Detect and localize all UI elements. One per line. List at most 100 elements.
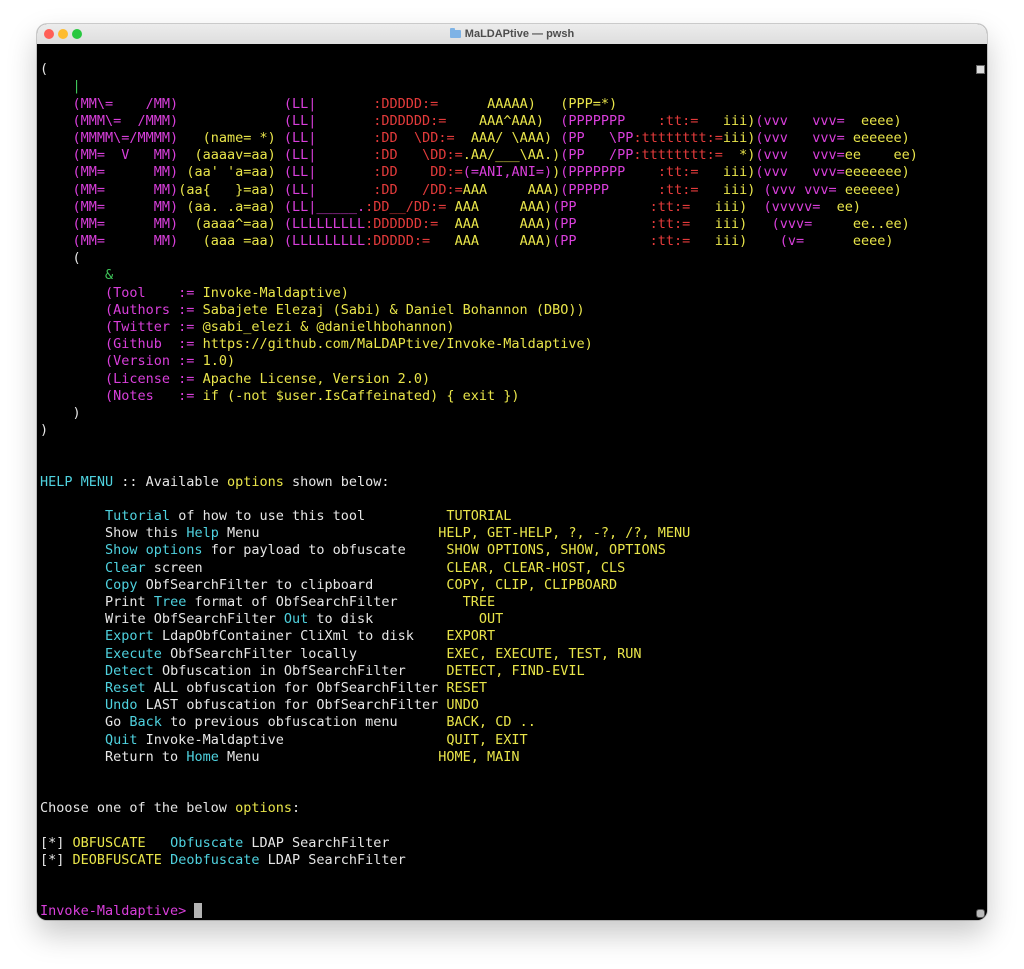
terminal-line: (MM\= /MM) (LL| :DDDDD:= AAAAA) (PPP=*) bbox=[40, 96, 918, 113]
terminal-text-segment: EXEC, EXECUTE, TEST, RUN bbox=[446, 645, 642, 662]
terminal-text-segment: ee) bbox=[836, 198, 862, 215]
terminal-text-segment: (LL|_____. bbox=[283, 198, 366, 215]
terminal-line: Go Back to previous obfuscation menu BAC… bbox=[40, 714, 918, 731]
terminal-text-segment: to previous obfuscation menu bbox=[161, 714, 447, 731]
terminal-text-segment: AAA AAA) bbox=[454, 198, 553, 215]
terminal-text-segment: /DD:= bbox=[422, 181, 463, 198]
terminal-text-segment: Write ObfSearchFilter bbox=[105, 611, 284, 628]
terminal-line: (Authors := Sabajete Elezaj (Sabi) & Dan… bbox=[40, 302, 918, 319]
terminal-text-segment: COPY, CLIP, CLIPBOARD bbox=[446, 576, 618, 593]
terminal-text-segment: (name= *) bbox=[202, 129, 276, 146]
terminal-line: (Tool := Invoke-Maldaptive) bbox=[40, 285, 918, 302]
title-bar: MaLDAPtive — pwsh bbox=[37, 24, 987, 45]
terminal-text: ( | (MM\= /MM) (LL| :DDDDD:= AAAAA) (PPP… bbox=[40, 44, 918, 920]
prompt-text: Invoke-Maldaptive> bbox=[40, 903, 195, 920]
terminal-text-segment: (aa{ }=aa) bbox=[178, 181, 276, 198]
terminal-text-segment: \DD:= bbox=[422, 147, 463, 164]
terminal-text-segment: TREE bbox=[462, 594, 496, 610]
terminal-text-segment: :tt:= bbox=[657, 181, 699, 198]
terminal-line: (MM= MM) (aa' 'a=aa) (LL| :DD DD:=(=ANI,… bbox=[40, 164, 918, 181]
terminal-text-segment: Invoke-Maldaptive) bbox=[202, 284, 349, 301]
terminal-output[interactable]: ( | (MM\= /MM) (LL| :DDDDD:= AAAAA) (PPP… bbox=[37, 44, 987, 920]
terminal-text-segment: (aaaav=aa) bbox=[194, 147, 276, 164]
terminal-text-segment: ee..ee) bbox=[852, 215, 910, 232]
terminal-text-segment: (Twitter := bbox=[105, 319, 203, 335]
terminal-text-segment: :DD bbox=[373, 164, 398, 181]
terminal-text-segment: :DD bbox=[373, 181, 398, 198]
terminal-line: (License := Apache License, Version 2.0) bbox=[40, 371, 918, 388]
terminal-text-segment: QUIT, EXIT bbox=[446, 731, 528, 748]
terminal-line: Copy ObfSearchFilter to clipboard COPY, … bbox=[40, 577, 918, 594]
terminal-text-segment: HELP MENU bbox=[40, 473, 114, 490]
scrollbar-bottom-button[interactable] bbox=[976, 909, 985, 918]
terminal-text-segment: :tttttttt:= bbox=[633, 147, 723, 164]
terminal-text-segment: Help bbox=[186, 525, 219, 542]
scrollbar-top-button[interactable] bbox=[976, 65, 985, 74]
terminal-text-segment: :DD__/DD:= bbox=[365, 198, 447, 215]
terminal-text-segment: Out bbox=[283, 611, 309, 628]
terminal-text-segment: :DDDDD:= bbox=[365, 233, 431, 250]
terminal-text-segment: (MM= MM) bbox=[72, 215, 179, 232]
terminal-text-segment: format of ObfSearchFilter bbox=[186, 594, 463, 610]
terminal-text-segment: (aaaa^=aa) bbox=[194, 215, 276, 232]
terminal-line: (MM= MM) (aaa =aa) (LLLLLLLLL:DDDDD:= AA… bbox=[40, 233, 918, 250]
terminal-text-segment: :DD bbox=[373, 147, 398, 164]
terminal-line: [*] DEOBFUSCATE Deobfuscate LDAP SearchF… bbox=[40, 852, 918, 869]
terminal-text-segment: HOME, MAIN bbox=[438, 748, 520, 765]
terminal-text-segment: (PP /PP bbox=[560, 147, 634, 164]
terminal-text-segment: UNDO bbox=[446, 697, 479, 714]
terminal-line: ) bbox=[40, 405, 918, 422]
terminal-text-segment: Apache License, Version 2.0) bbox=[202, 370, 431, 387]
terminal-text-segment: (LL| bbox=[283, 129, 317, 146]
prompt-line[interactable]: Invoke-Maldaptive> bbox=[40, 903, 918, 920]
terminal-text-segment: (aaa =aa) bbox=[202, 233, 276, 250]
terminal-text-segment: iii) bbox=[722, 164, 756, 181]
terminal-text-segment: shown below: bbox=[283, 473, 390, 490]
terminal-text-segment: \DD:= bbox=[413, 129, 455, 146]
terminal-window: MaLDAPtive — pwsh ( | (MM\= /MM) (LL| :D… bbox=[37, 24, 987, 920]
terminal-text-segment: Obfuscation in ObfSearchFilter bbox=[153, 662, 447, 679]
terminal-line: Show options for payload to obfuscate SH… bbox=[40, 542, 918, 559]
terminal-text-segment: (PP bbox=[552, 233, 577, 250]
terminal-text-segment: TUTORIAL bbox=[446, 508, 512, 525]
terminal-text-segment: Show options bbox=[105, 542, 203, 559]
terminal-text-segment: [*] bbox=[40, 851, 73, 868]
terminal-text-segment: Copy bbox=[105, 576, 138, 593]
